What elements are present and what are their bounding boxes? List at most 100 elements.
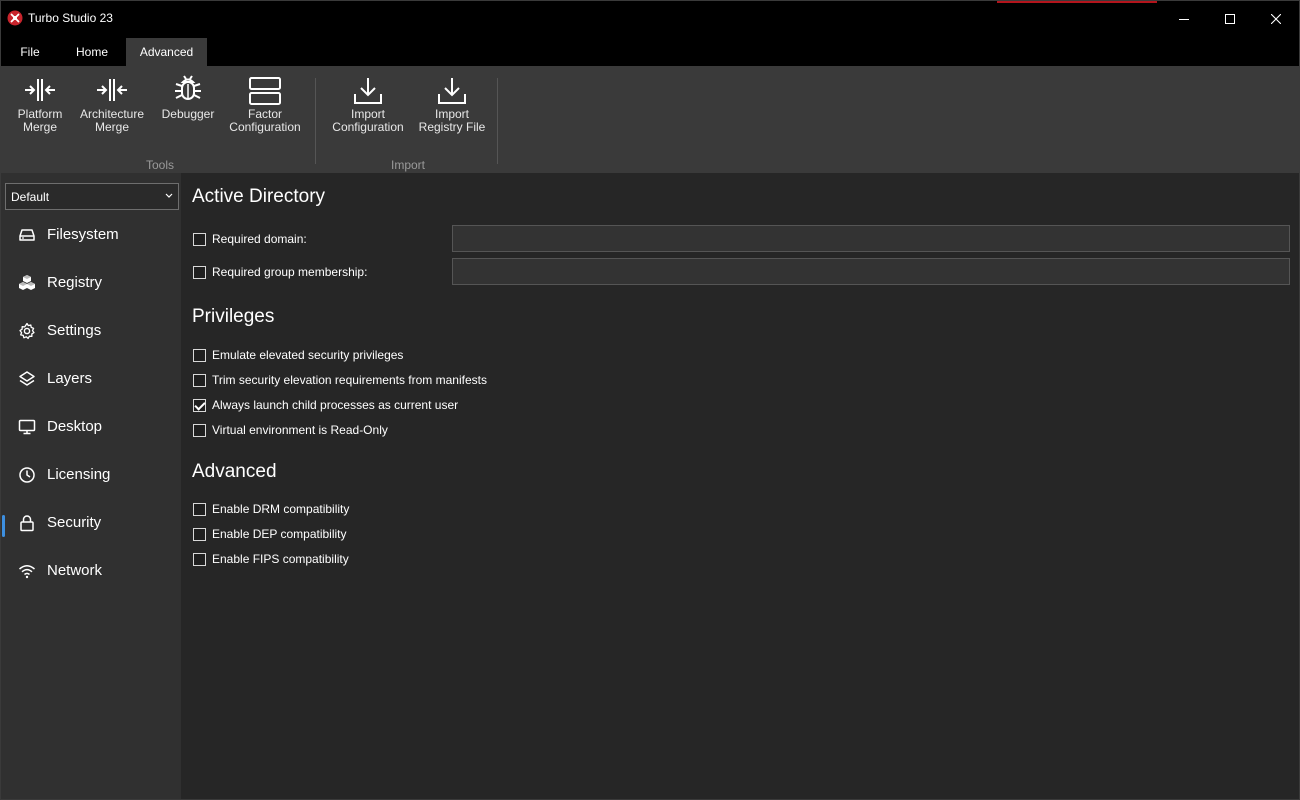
factor-configuration-label: Factor Configuration [229, 107, 301, 134]
fips-compat-checkbox-row[interactable]: Enable FIPS compatibility [193, 551, 349, 567]
close-icon [1271, 14, 1281, 24]
sidebar-item-label: Registry [47, 274, 103, 291]
required-domain-checkbox-row[interactable]: Required domain: [193, 231, 307, 247]
layers-icon [19, 371, 35, 386]
sidebar-item-network[interactable]: Network [1, 547, 181, 595]
maximize-button[interactable] [1207, 1, 1253, 37]
emulate-elevated-checkbox[interactable] [193, 348, 206, 362]
launch-child-current-user-checkbox[interactable] [193, 398, 206, 412]
trim-elevation-checkbox[interactable] [193, 373, 206, 387]
drm-compat-label: Enable DRM compatibility [212, 502, 350, 516]
tab-advanced[interactable]: Advanced [126, 38, 207, 66]
chevron-down-icon [165, 193, 173, 198]
clock-icon [19, 467, 35, 483]
sidebar-item-registry[interactable]: Registry [1, 259, 181, 307]
drm-compat-checkbox[interactable] [193, 502, 206, 516]
trim-elevation-checkbox-row[interactable]: Trim security elevation requirements fro… [193, 372, 487, 388]
sidebar-item-licensing[interactable]: Licensing [1, 451, 181, 499]
sidebar-item-label: Filesystem [47, 226, 119, 243]
profile-dropdown[interactable]: Default [5, 183, 179, 210]
emulate-elevated-checkbox-row[interactable]: Emulate elevated security privileges [193, 347, 403, 363]
title-accent-line [997, 1, 1157, 3]
ribbon-separator [315, 78, 316, 164]
menu-bar: File Home Advanced [1, 37, 1299, 66]
read-only-label: Virtual environment is Read-Only [212, 423, 388, 437]
fips-compat-checkbox[interactable] [193, 552, 206, 566]
sidebar-item-layers[interactable]: Layers [1, 355, 181, 403]
registry-icon [19, 275, 35, 290]
required-domain-input[interactable] [452, 225, 1290, 252]
profile-dropdown-value: Default [11, 190, 50, 204]
required-group-label: Required group membership: [212, 265, 368, 279]
ribbon: Platform Merge Architecture Merge Debugg… [1, 66, 1299, 173]
import-registry-file-button[interactable]: Import Registry File [414, 76, 490, 142]
turbo-app-icon [7, 10, 23, 26]
required-domain-label: Required domain: [212, 232, 307, 246]
import-group-label: Import [390, 158, 425, 172]
sidebar-item-label: Desktop [47, 418, 103, 435]
required-domain-checkbox[interactable] [193, 232, 206, 246]
drm-compat-checkbox-row[interactable]: Enable DRM compatibility [193, 501, 349, 517]
dep-compat-checkbox[interactable] [193, 527, 206, 541]
import-configuration-label: Import Configuration [332, 107, 404, 134]
sidebar-item-label: Layers [47, 370, 93, 387]
platform-merge-label: Platform Merge [17, 107, 63, 134]
architecture-merge-label: Architecture Merge [79, 107, 145, 134]
sidebar-item-label: Settings [47, 322, 102, 339]
wifi-icon [19, 565, 35, 579]
sidebar-item-filesystem[interactable]: Filesystem [1, 211, 181, 259]
launch-child-current-user-label: Always launch child processes as current… [212, 398, 459, 412]
app-window: Turbo Studio 23 File Home Advanced Platf… [0, 0, 1300, 800]
maximize-icon [1225, 14, 1235, 24]
minimize-icon [1179, 19, 1189, 20]
dep-compat-label: Enable DEP compatibility [212, 527, 347, 541]
launch-child-current-user-checkbox-row[interactable]: Always launch child processes as current… [193, 397, 458, 413]
gear-icon [19, 322, 35, 340]
required-group-input[interactable] [452, 258, 1290, 285]
merge-icon [25, 79, 55, 101]
read-only-checkbox-row[interactable]: Virtual environment is Read-Only [193, 422, 388, 438]
fips-compat-label: Enable FIPS compatibility [212, 552, 349, 566]
sidebar-item-security[interactable]: Security [1, 499, 181, 547]
dep-compat-checkbox-row[interactable]: Enable DEP compatibility [193, 526, 347, 542]
sidebar-item-settings[interactable]: Settings [1, 307, 181, 355]
trim-elevation-label: Trim security elevation requirements fro… [212, 373, 487, 387]
import-registry-file-label: Import Registry File [418, 107, 486, 134]
sidebar: Default Filesystem Registry Settings Lay… [1, 173, 181, 799]
section-title-privileges: Privileges [192, 306, 275, 327]
emulate-elevated-label: Emulate elevated security privileges [212, 348, 404, 362]
sidebar-item-desktop[interactable]: Desktop [1, 403, 181, 451]
drive-icon [19, 229, 35, 241]
tab-file[interactable]: File [9, 38, 51, 66]
layout-icon [249, 77, 281, 105]
monitor-icon [18, 419, 36, 435]
import-configuration-button[interactable]: Import Configuration [329, 76, 407, 142]
security-settings-panel: Active Directory Required domain: Requir… [181, 173, 1299, 799]
factor-configuration-button[interactable]: Factor Configuration [226, 76, 304, 142]
debugger-button[interactable]: Debugger [157, 75, 219, 142]
required-group-checkbox[interactable] [193, 265, 206, 279]
bug-icon [175, 75, 201, 100]
section-title-active-directory: Active Directory [192, 186, 326, 207]
sidebar-item-label: Network [47, 562, 103, 579]
merge-icon [97, 79, 127, 101]
download-icon [438, 78, 466, 104]
close-button[interactable] [1253, 1, 1299, 37]
section-title-advanced: Advanced [192, 461, 277, 482]
platform-merge-button[interactable]: Platform Merge [11, 76, 69, 142]
tools-group-label: Tools [145, 158, 174, 172]
sidebar-item-label: Licensing [47, 466, 111, 483]
active-indicator [2, 515, 5, 537]
architecture-merge-button[interactable]: Architecture Merge [77, 76, 147, 142]
sidebar-item-label: Security [47, 514, 102, 531]
read-only-checkbox[interactable] [193, 423, 206, 437]
download-icon [354, 78, 382, 104]
debugger-label: Debugger [161, 107, 215, 121]
required-group-checkbox-row[interactable]: Required group membership: [193, 264, 367, 280]
tab-home[interactable]: Home [65, 38, 119, 66]
ribbon-separator [497, 78, 498, 164]
minimize-button[interactable] [1161, 1, 1207, 37]
window-title: Turbo Studio 23 [28, 11, 113, 25]
lock-icon [20, 515, 34, 532]
title-bar: Turbo Studio 23 [1, 1, 1299, 37]
